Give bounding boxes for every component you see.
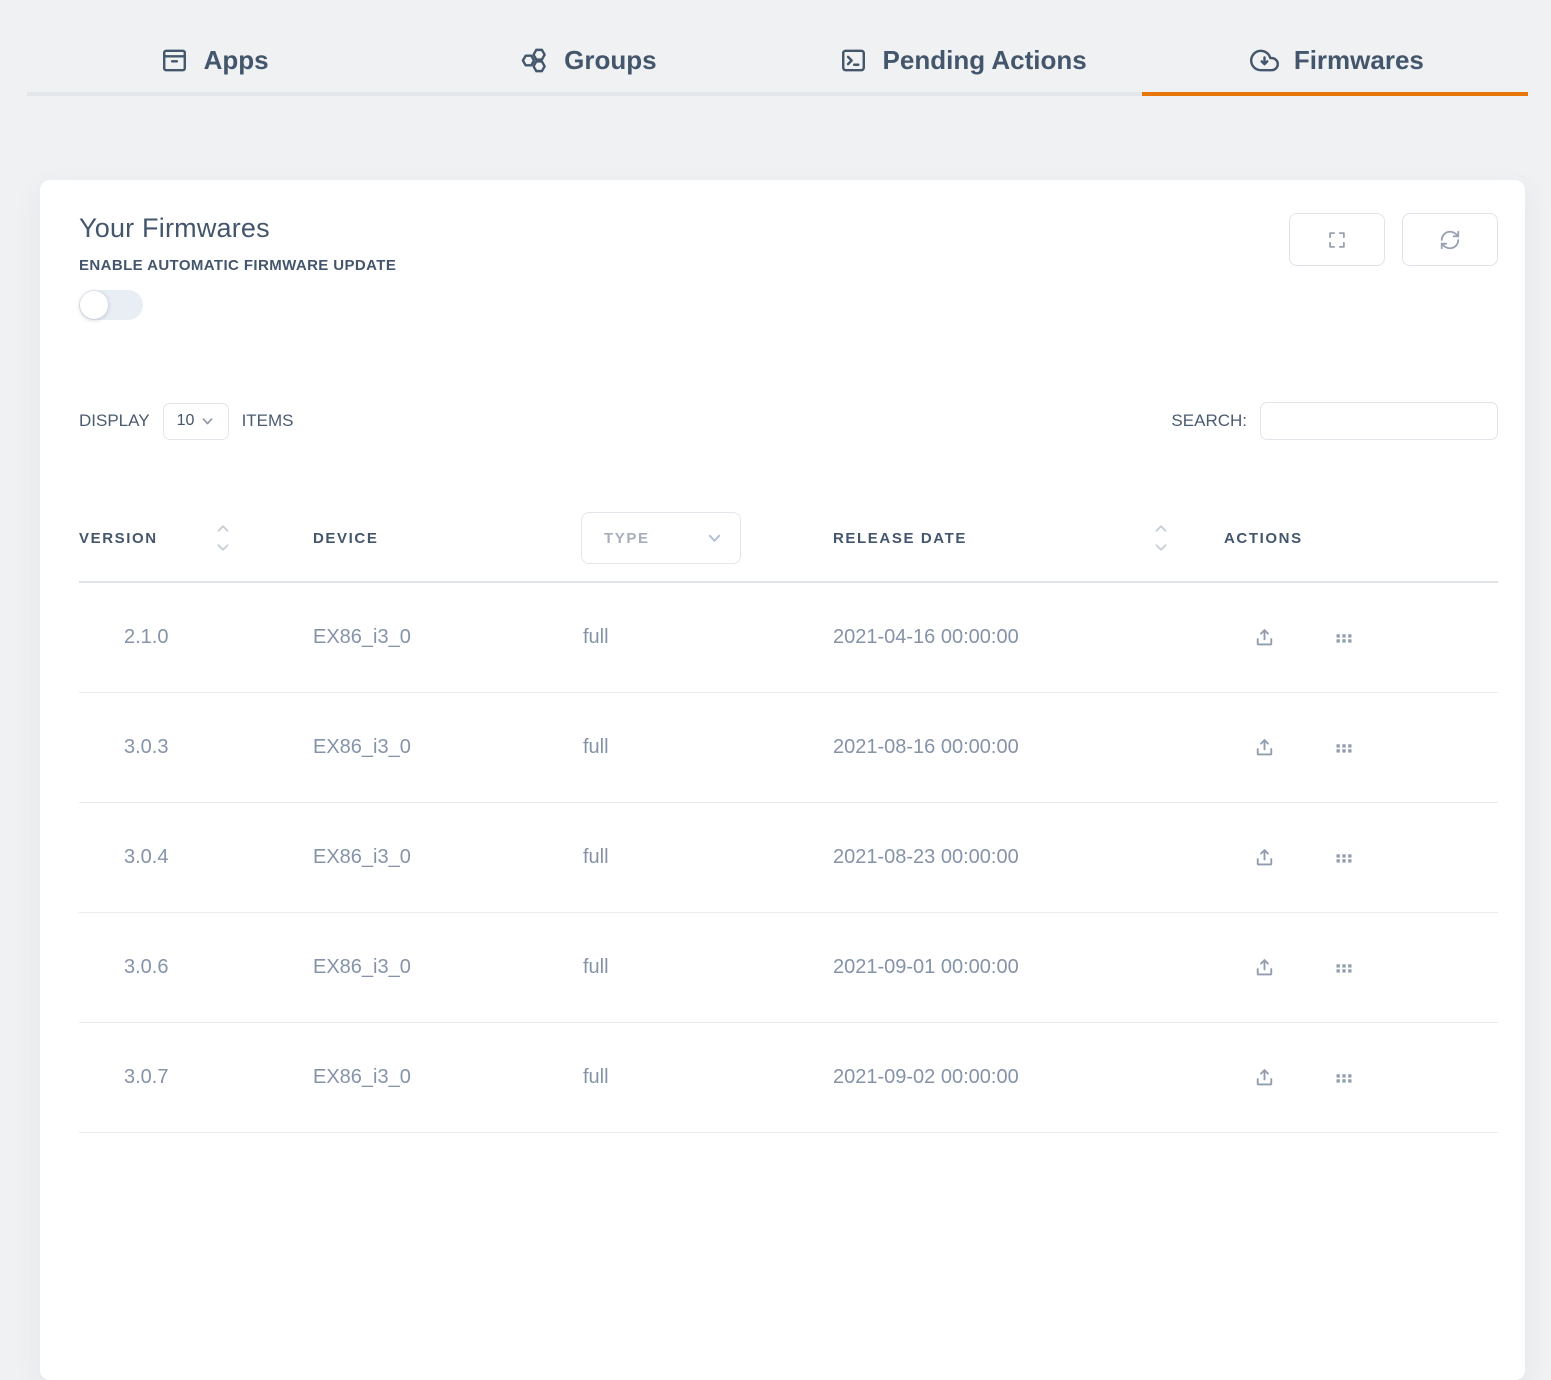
tab-bar: Apps Groups Pending Actions Firmwares: [27, 0, 1524, 96]
actions-cell: [1224, 845, 1498, 870]
table-controls: DISPLAY 10 ITEMS SEARCH:: [79, 402, 1498, 440]
table-row: 3.0.4 EX86_i3_0 full 2021-08-23 00:00:00: [79, 803, 1498, 913]
actions-cell: [1224, 625, 1498, 650]
release-date-cell: 2021-08-23 00:00:00: [833, 846, 1224, 869]
release-date-cell: 2021-09-02 00:00:00: [833, 1066, 1224, 1089]
grid-icon[interactable]: [1334, 628, 1354, 648]
upload-icon[interactable]: [1252, 625, 1277, 650]
device-cell: EX86_i3_0: [313, 846, 581, 869]
firmwares-card: Your Firmwares ENABLE AUTOMATIC FIRMWARE…: [40, 180, 1525, 1380]
chevron-down-icon: [201, 415, 214, 428]
device-cell: EX86_i3_0: [313, 1066, 581, 1089]
actions-cell: [1224, 1065, 1498, 1090]
grid-icon[interactable]: [1334, 958, 1354, 978]
card-header: Your Firmwares ENABLE AUTOMATIC FIRMWARE…: [79, 213, 1498, 320]
column-label: ACTIONS: [1224, 530, 1303, 547]
type-cell: full: [581, 846, 833, 869]
device-cell: EX86_i3_0: [313, 736, 581, 759]
chevron-down-icon: [216, 543, 230, 552]
type-filter-select[interactable]: TYPE: [581, 512, 741, 564]
tab-label: Firmwares: [1294, 45, 1424, 76]
search-input[interactable]: [1260, 402, 1498, 440]
upload-icon[interactable]: [1252, 845, 1277, 870]
table-row: 3.0.7 EX86_i3_0 full 2021-09-02 00:00:00: [79, 1023, 1498, 1133]
toggle-knob: [80, 291, 108, 319]
version-cell: 3.0.7: [79, 1066, 313, 1089]
column-header-release-date: RELEASE DATE: [833, 524, 1224, 552]
release-date-cell: 2021-04-16 00:00:00: [833, 626, 1224, 649]
terminal-icon: [839, 46, 868, 75]
release-date-cell: 2021-08-16 00:00:00: [833, 736, 1224, 759]
search-control: SEARCH:: [1171, 402, 1498, 440]
card-toolbar: [1289, 213, 1498, 266]
type-cell: full: [581, 1066, 833, 1089]
version-cell: 3.0.3: [79, 736, 313, 759]
type-cell: full: [581, 956, 833, 979]
tab-firmwares[interactable]: Firmwares: [1150, 28, 1524, 92]
tab-label: Pending Actions: [883, 45, 1087, 76]
refresh-icon: [1439, 229, 1461, 251]
page-title: Your Firmwares: [79, 213, 396, 244]
upload-icon[interactable]: [1252, 1065, 1277, 1090]
table-row: 3.0.3 EX86_i3_0 full 2021-08-16 00:00:00: [79, 693, 1498, 803]
sort-release-date-control[interactable]: [1154, 524, 1168, 552]
auto-update-label: ENABLE AUTOMATIC FIRMWARE UPDATE: [79, 257, 396, 274]
grid-icon[interactable]: [1334, 1068, 1354, 1088]
column-label: VERSION: [79, 530, 158, 547]
fullscreen-button[interactable]: [1289, 213, 1385, 266]
auto-update-toggle[interactable]: [79, 290, 143, 320]
apps-icon: [160, 46, 189, 75]
column-header-type: TYPE: [581, 512, 833, 564]
column-header-version: VERSION: [79, 524, 313, 552]
actions-cell: [1224, 735, 1498, 760]
column-label: DEVICE: [313, 530, 378, 547]
tab-apps[interactable]: Apps: [27, 28, 401, 92]
actions-cell: [1224, 955, 1498, 980]
firmwares-table: VERSION DEVICE TYPE RELEASE DATE: [79, 495, 1498, 1133]
column-header-device: DEVICE: [313, 530, 581, 547]
refresh-button[interactable]: [1402, 213, 1498, 266]
cloud-download-icon: [1250, 46, 1279, 75]
chevron-up-icon: [216, 524, 230, 533]
version-cell: 3.0.6: [79, 956, 313, 979]
display-label: DISPLAY: [79, 411, 150, 431]
grid-icon[interactable]: [1334, 738, 1354, 758]
tab-label: Groups: [564, 45, 656, 76]
chevron-down-icon: [707, 531, 722, 546]
table-row: 2.1.0 EX86_i3_0 full 2021-04-16 00:00:00: [79, 583, 1498, 693]
column-label: TYPE: [604, 530, 650, 547]
fullscreen-icon: [1326, 229, 1348, 251]
type-cell: full: [581, 626, 833, 649]
tab-pending-actions[interactable]: Pending Actions: [776, 28, 1150, 92]
page-size-select[interactable]: 10: [163, 403, 229, 440]
tab-groups[interactable]: Groups: [401, 28, 775, 92]
tab-label: Apps: [204, 45, 269, 76]
sort-version-control[interactable]: [216, 524, 230, 552]
device-cell: EX86_i3_0: [313, 626, 581, 649]
items-label: ITEMS: [242, 411, 294, 431]
version-cell: 2.1.0: [79, 626, 313, 649]
page-size-value: 10: [177, 412, 195, 430]
table-row: 3.0.6 EX86_i3_0 full 2021-09-01 00:00:00: [79, 913, 1498, 1023]
upload-icon[interactable]: [1252, 955, 1277, 980]
device-cell: EX86_i3_0: [313, 956, 581, 979]
column-header-actions: ACTIONS: [1224, 530, 1498, 547]
table-header-row: VERSION DEVICE TYPE RELEASE DATE: [79, 495, 1498, 583]
type-cell: full: [581, 736, 833, 759]
column-label: RELEASE DATE: [833, 530, 967, 547]
release-date-cell: 2021-09-01 00:00:00: [833, 956, 1224, 979]
chevron-up-icon: [1154, 524, 1168, 533]
upload-icon[interactable]: [1252, 735, 1277, 760]
page-size-control: DISPLAY 10 ITEMS: [79, 403, 294, 440]
grid-icon[interactable]: [1334, 848, 1354, 868]
search-label: SEARCH:: [1171, 411, 1247, 431]
version-cell: 3.0.4: [79, 846, 313, 869]
groups-icon: [520, 46, 549, 75]
chevron-down-icon: [1154, 543, 1168, 552]
